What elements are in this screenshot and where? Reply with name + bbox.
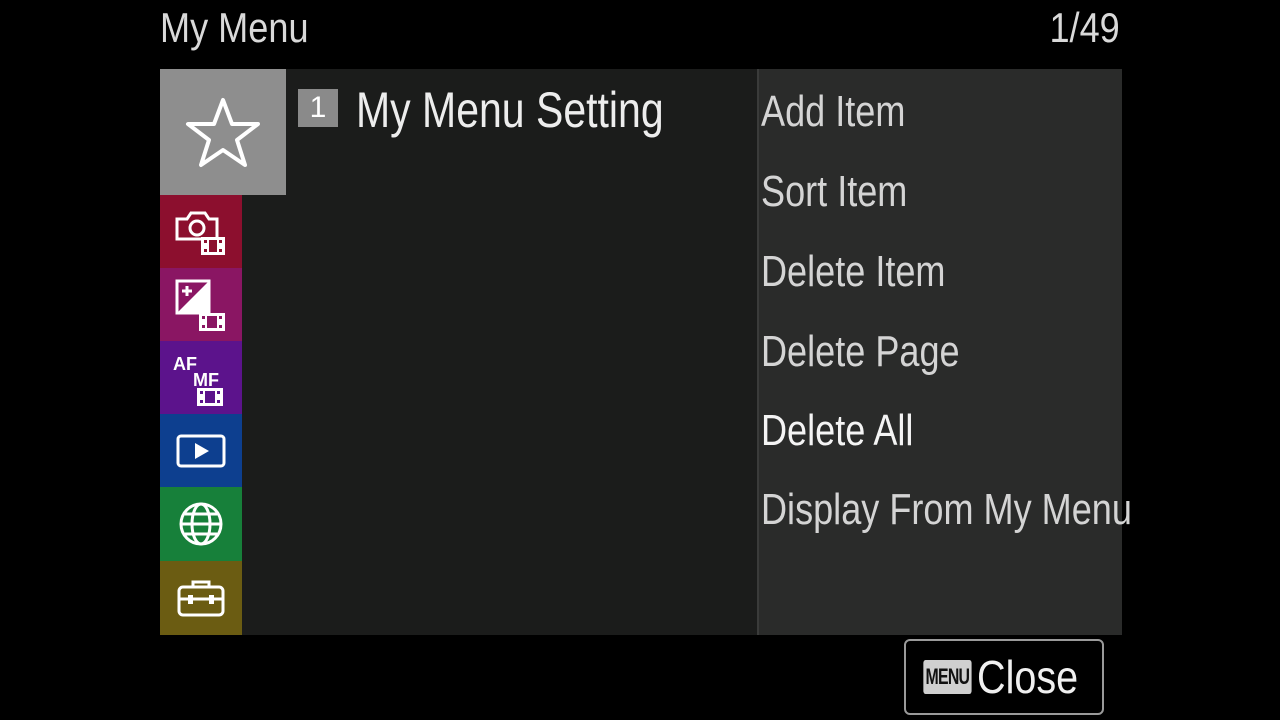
close-label: Close: [976, 651, 1078, 703]
tab-focus[interactable]: AF MF: [160, 341, 242, 414]
exposure-movie-icon: [175, 279, 225, 331]
tab-exposure-color[interactable]: [160, 268, 242, 341]
tab-network[interactable]: [160, 487, 242, 561]
globe-icon: [179, 502, 223, 546]
tab-setup[interactable]: [160, 561, 242, 635]
svg-text:MF: MF: [193, 370, 219, 390]
close-button[interactable]: MENU Close: [904, 639, 1104, 715]
play-icon: [176, 434, 226, 467]
toolbox-icon: [177, 580, 225, 617]
af-mf-movie-icon: AF MF: [173, 354, 223, 406]
tab-playback[interactable]: [160, 414, 242, 487]
tab-shooting[interactable]: [160, 195, 242, 268]
menu-title: My Menu: [160, 4, 309, 51]
menu-panel: AF MF 1 My Menu Setting Add Item Sort It…: [160, 69, 1132, 635]
camera-movie-icon: [175, 211, 225, 255]
submenu-item-add-item[interactable]: Add Item: [761, 87, 905, 137]
tab-my-menu[interactable]: [160, 69, 286, 195]
submenu-item-display-from-my-menu[interactable]: Display From My Menu: [761, 485, 1132, 535]
submenu-list: Add Item Sort Item Delete Item Delete Pa…: [757, 69, 1132, 635]
submenu-item-sort-item[interactable]: Sort Item: [761, 167, 907, 217]
category-tabs: AF MF: [160, 69, 286, 635]
menu-key-icon: MENU: [923, 660, 972, 694]
submenu-item-delete-item[interactable]: Delete Item: [761, 247, 945, 297]
star-icon: [186, 98, 260, 167]
page-number-badge: 1: [298, 89, 338, 127]
submenu-item-delete-all[interactable]: Delete All: [761, 406, 913, 456]
page-counter: 1/49: [1049, 4, 1120, 51]
page-title: My Menu Setting: [356, 82, 664, 138]
submenu-item-delete-page[interactable]: Delete Page: [761, 327, 960, 377]
